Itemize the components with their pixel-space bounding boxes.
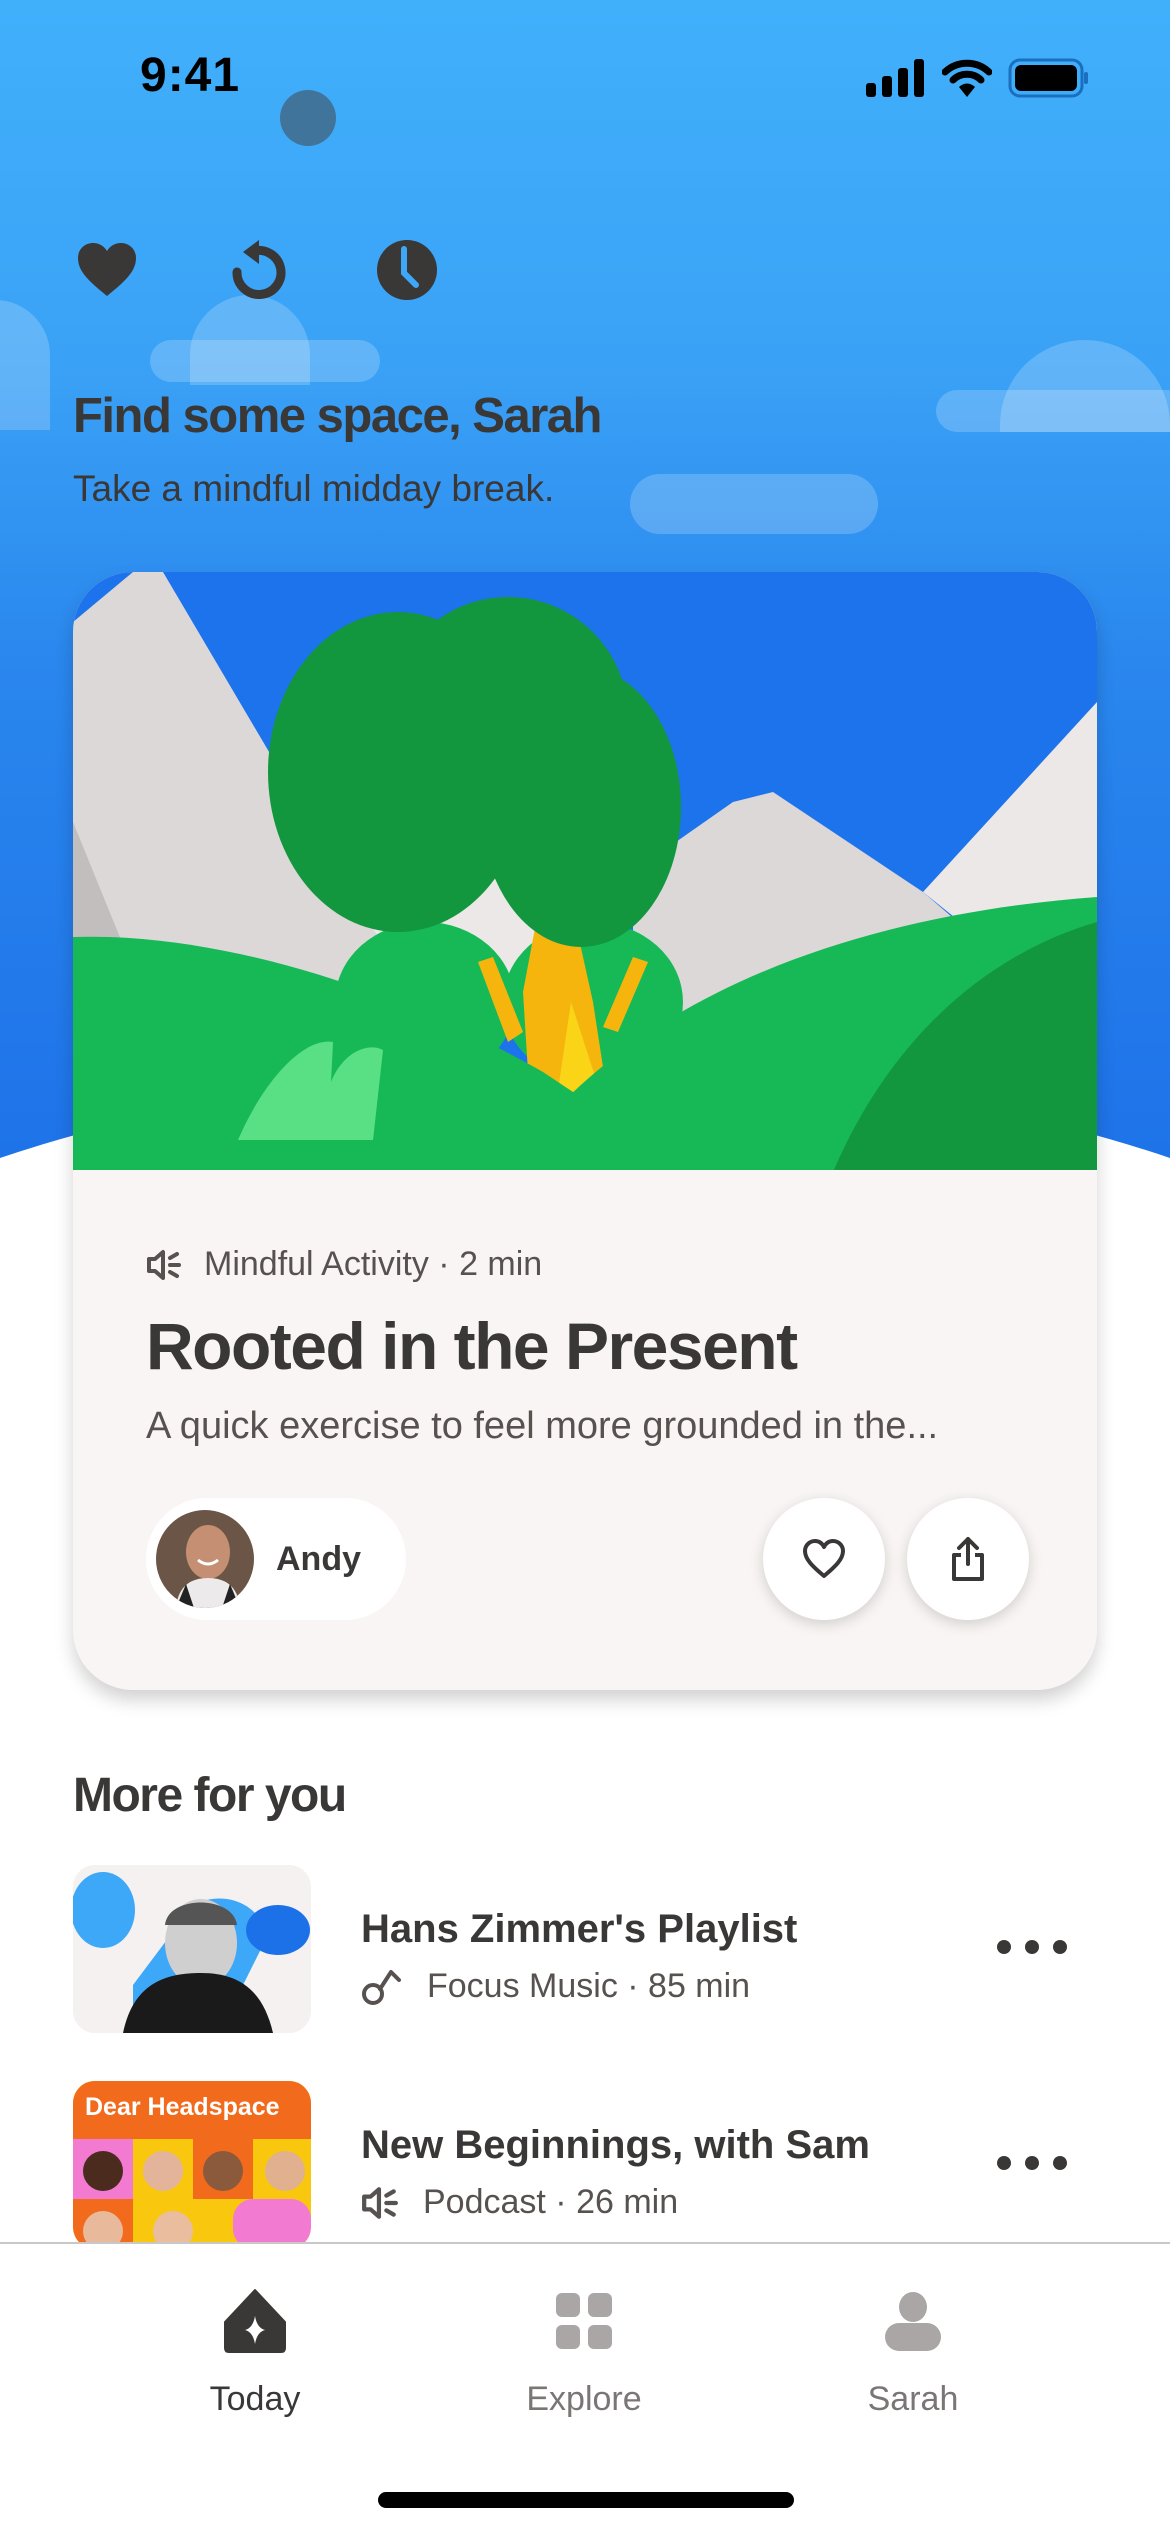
tab-profile[interactable]: Sarah xyxy=(803,2286,1023,2419)
tab-explore[interactable]: Explore xyxy=(474,2286,694,2419)
tab-label: Explore xyxy=(526,2380,642,2418)
signal-icon xyxy=(866,59,924,97)
tab-label: Today xyxy=(209,2380,301,2418)
featured-illustration xyxy=(73,572,1097,1170)
share-button[interactable] xyxy=(907,1498,1029,1620)
music-note-icon xyxy=(362,1969,401,2005)
heart-outline-icon xyxy=(803,1539,845,1578)
featured-card[interactable]: Mindful Activity · 2 min Rooted in the P… xyxy=(73,572,1097,1690)
thumbnail-title: Dear Headspace xyxy=(85,2093,280,2121)
battery-icon xyxy=(1008,58,1088,98)
header-shortcuts xyxy=(72,235,442,305)
more-options-button[interactable] xyxy=(997,1927,1067,1967)
author-pill[interactable]: Andy xyxy=(146,1498,406,1620)
profile-person-icon xyxy=(885,2292,941,2351)
tab-label: Sarah xyxy=(867,2380,959,2418)
recent-button[interactable] xyxy=(222,235,292,305)
greeting-title: Find some space, Sarah xyxy=(73,389,603,443)
replay-icon xyxy=(232,240,286,299)
featured-description: A quick exercise to feel more grounded i… xyxy=(146,1405,939,1447)
hans-zimmer-thumbnail xyxy=(73,1865,311,2033)
cloud xyxy=(1000,340,1170,432)
greeting-subtitle: Take a mindful midday break. xyxy=(73,468,555,509)
list-item[interactable]: Hans Zimmer's Playlist Focus Music · 85 … xyxy=(73,1865,1097,2035)
history-button[interactable] xyxy=(372,235,442,305)
cloud xyxy=(0,300,50,430)
section-title-more-for-you: More for you xyxy=(73,1769,347,1822)
dot xyxy=(997,1940,1011,1954)
list-item[interactable]: Dear Headspace New Beginnings, with Sam … xyxy=(73,2081,1097,2251)
status-bar: 9:41 xyxy=(0,0,1170,150)
author-avatar xyxy=(156,1510,254,1608)
dot xyxy=(1053,2156,1067,2170)
list-item-meta: Focus Music · 85 min xyxy=(361,1967,750,2006)
dot xyxy=(1025,1940,1039,1954)
heart-icon xyxy=(78,243,136,296)
tab-today[interactable]: Today xyxy=(145,2286,365,2419)
list-item-meta: Podcast · 26 min xyxy=(361,2183,678,2222)
list-item-title: Hans Zimmer's Playlist xyxy=(361,1907,798,1951)
speaker-icon xyxy=(362,2186,398,2219)
favorites-button[interactable] xyxy=(72,235,142,305)
dear-headspace-thumbnail: Dear Headspace xyxy=(73,2081,311,2249)
more-options-button[interactable] xyxy=(997,2143,1067,2183)
cloud xyxy=(630,474,878,534)
cloud xyxy=(190,295,310,385)
featured-category: Mindful Activity · 2 min xyxy=(204,1245,543,1283)
list-item-meta-text: Podcast · 26 min xyxy=(423,2183,679,2221)
dot xyxy=(1053,1940,1067,1954)
clock-icon xyxy=(377,240,437,300)
list-item-title: New Beginnings, with Sam xyxy=(361,2123,870,2167)
today-home-icon xyxy=(224,2289,286,2353)
wifi-icon xyxy=(942,59,992,97)
dot xyxy=(1025,2156,1039,2170)
author-name: Andy xyxy=(276,1539,361,1578)
share-icon xyxy=(952,1537,984,1581)
speaker-icon xyxy=(147,1249,181,1280)
favorite-button[interactable] xyxy=(763,1498,885,1620)
explore-grid-icon xyxy=(556,2293,612,2349)
featured-meta: Mindful Activity · 2 min xyxy=(146,1245,542,1284)
list-item-meta-text: Focus Music · 85 min xyxy=(427,1967,751,2005)
tab-bar: Today Explore Sarah xyxy=(0,2242,1170,2532)
home-indicator xyxy=(378,2492,794,2508)
camera-indicator xyxy=(280,90,336,146)
dot xyxy=(997,2156,1011,2170)
status-time: 9:41 xyxy=(140,49,241,102)
featured-title: Rooted in the Present xyxy=(146,1309,798,1383)
